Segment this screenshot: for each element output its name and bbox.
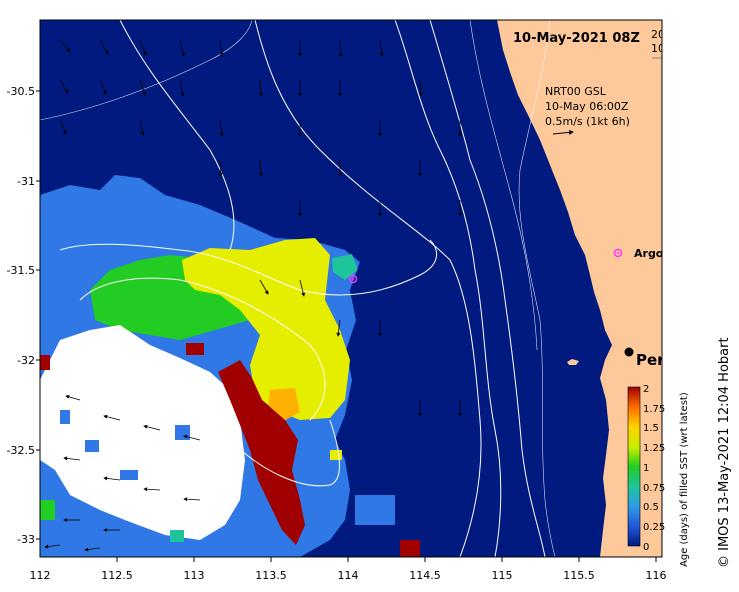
green-patch bbox=[40, 500, 55, 520]
x-tick-label: 113 bbox=[184, 569, 205, 582]
colorbar-gradient bbox=[627, 386, 641, 547]
colorbar-tick: 1 bbox=[643, 463, 649, 474]
x-tick-label: 112.5 bbox=[101, 569, 133, 582]
colorbar-tick: 1.5 bbox=[643, 423, 659, 434]
x-tick-label: 115 bbox=[492, 569, 513, 582]
colorbar-tick: 0.25 bbox=[643, 522, 665, 533]
map-title: 10-May-2021 08Z bbox=[513, 31, 640, 46]
blue-patch bbox=[120, 470, 138, 480]
y-tick-label: -32 bbox=[17, 354, 35, 367]
x-axis: 112 112.5 113 113.5 114 114.5 115 115.5 … bbox=[30, 557, 667, 582]
current-source-label: NRT00 GSL bbox=[545, 85, 607, 98]
colorbar-tick: 0 bbox=[643, 542, 649, 553]
blue-patch bbox=[355, 495, 395, 525]
current-time-label: 10-May 06:00Z bbox=[545, 100, 629, 113]
y-tick-label: -31 bbox=[17, 175, 35, 188]
colorbar-tick: 1.75 bbox=[643, 404, 665, 415]
argo-label: Argo bbox=[634, 247, 664, 260]
colorbar-tick: 1.25 bbox=[643, 443, 665, 454]
blue-patch bbox=[175, 425, 190, 440]
red-patch bbox=[400, 540, 420, 557]
current-scale-label: 0.5m/s (1kt 6h) bbox=[545, 115, 630, 128]
x-tick-label: 115.5 bbox=[563, 569, 595, 582]
sst-age-map: 10-May-2021 08Z 200m 1000m NRT00 GSL 10-… bbox=[7, 19, 732, 582]
y-tick-label: -30.5 bbox=[7, 85, 35, 98]
y-tick-label: -32.5 bbox=[7, 444, 35, 457]
perth-location-marker[interactable] bbox=[624, 347, 634, 357]
colorbar-tick: 0.75 bbox=[643, 483, 665, 494]
red-patch bbox=[40, 355, 50, 370]
depth-legend-1000m: 1000m bbox=[651, 42, 690, 55]
blue-patch bbox=[60, 410, 70, 424]
colorbar-label: Age (days) of filled SST (wrt latest) bbox=[679, 392, 690, 567]
y-axis: -30.5 -31 -31.5 -32 -32.5 -33 bbox=[7, 85, 40, 546]
perth-label: Perth bbox=[636, 351, 682, 369]
green-patch bbox=[170, 530, 184, 542]
colorbar-tick: 2 bbox=[643, 384, 649, 395]
yellow-patch bbox=[330, 450, 342, 460]
x-tick-label: 113.5 bbox=[255, 569, 287, 582]
y-tick-label: -33 bbox=[17, 533, 35, 546]
depth-legend-200m: 200m bbox=[651, 28, 683, 41]
colorbar-tick: 0.5 bbox=[643, 502, 659, 513]
red-patch bbox=[186, 343, 204, 355]
x-tick-label: 116 bbox=[646, 569, 667, 582]
x-tick-label: 112 bbox=[30, 569, 51, 582]
plot-area: 10-May-2021 08Z 200m 1000m NRT00 GSL 10-… bbox=[40, 20, 690, 557]
x-tick-label: 114.5 bbox=[409, 569, 441, 582]
blue-patch bbox=[85, 440, 99, 452]
imos-credit: © IMOS 13-May-2021 12:04 Hobart bbox=[717, 337, 732, 568]
x-tick-label: 114 bbox=[338, 569, 359, 582]
y-tick-label: -31.5 bbox=[7, 264, 35, 277]
